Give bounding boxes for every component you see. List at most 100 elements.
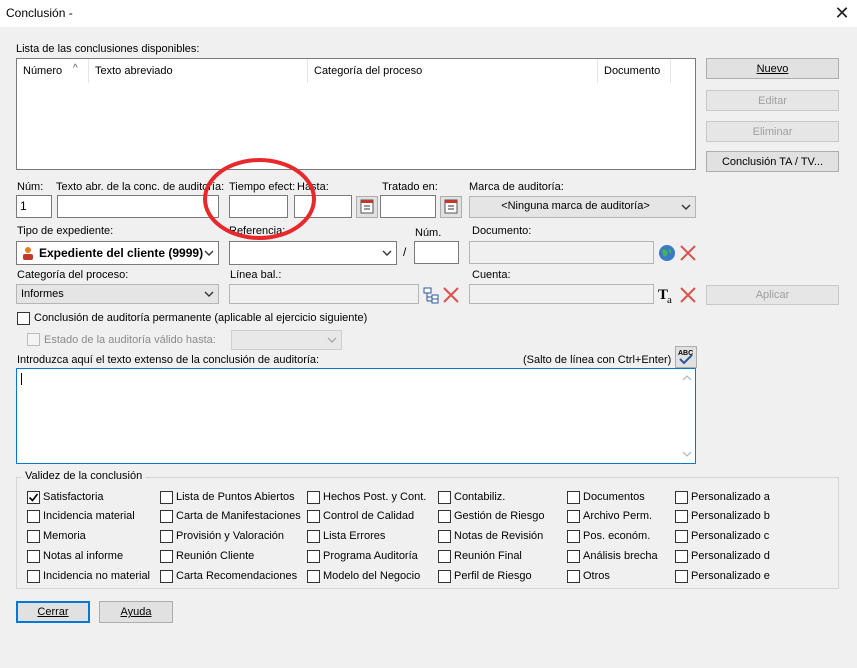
- validez-checkbox[interactable]: [438, 491, 451, 504]
- tratado-en-label: Tratado en:: [382, 181, 438, 193]
- validez-checkbox-label: Reunión Cliente: [176, 550, 255, 562]
- validez-checkbox[interactable]: [675, 510, 688, 523]
- aplicar-button[interactable]: Aplicar: [706, 285, 839, 305]
- validez-checkbox[interactable]: [675, 570, 688, 583]
- validez-checkbox[interactable]: [160, 510, 173, 523]
- validez-checkbox-label: Modelo del Negocio: [323, 570, 421, 582]
- texto-extenso-textarea[interactable]: [16, 368, 696, 464]
- estado-auditoria-checkbox[interactable]: [27, 333, 40, 346]
- close-icon[interactable]: ✕: [830, 2, 854, 24]
- tiempo-efectivo-label: Tiempo efect:: [229, 181, 296, 193]
- text-format-icon[interactable]: T a: [656, 284, 678, 306]
- validez-checkbox[interactable]: [307, 510, 320, 523]
- spellcheck-icon[interactable]: ABC: [675, 346, 697, 368]
- estado-auditoria-select[interactable]: [231, 330, 342, 350]
- validez-checkbox-label: Control de Calidad: [323, 510, 415, 522]
- tipo-expediente-select[interactable]: Expediente del cliente (9999): [16, 241, 219, 265]
- column-header-numero[interactable]: Número: [17, 59, 89, 83]
- validez-checkbox[interactable]: [27, 530, 40, 543]
- sort-ascending-icon: ^: [73, 63, 78, 74]
- validez-checkbox[interactable]: [160, 550, 173, 563]
- validez-checkbox[interactable]: [567, 570, 580, 583]
- permanente-label: Conclusión de auditoría permanente (apli…: [34, 312, 368, 324]
- categoria-proceso-label: Categoría del proceso:: [17, 269, 129, 281]
- conclusions-list[interactable]: Número ^ Texto abreviado Categoría del p…: [16, 58, 696, 170]
- nuevo-button[interactable]: Nuevo: [706, 58, 839, 79]
- cerrar-button[interactable]: Cerrar: [16, 601, 90, 623]
- title-bar: [0, 0, 857, 27]
- scroll-up-icon[interactable]: [681, 373, 693, 383]
- marca-auditoria-select[interactable]: <Ninguna marca de auditoría>: [469, 196, 696, 218]
- validez-checkbox[interactable]: [307, 530, 320, 543]
- validez-checkbox-label: Personalizado b: [691, 510, 770, 522]
- validez-checkbox[interactable]: [27, 570, 40, 583]
- validez-checkbox[interactable]: [438, 570, 451, 583]
- column-header-categoria[interactable]: Categoría del proceso: [308, 59, 598, 83]
- globe-icon[interactable]: [656, 242, 678, 264]
- editar-button[interactable]: Editar: [706, 90, 839, 111]
- validez-checkbox-label: Personalizado d: [691, 550, 770, 562]
- validez-checkbox[interactable]: [27, 510, 40, 523]
- calendar-icon[interactable]: [356, 196, 378, 218]
- eliminar-button[interactable]: Eliminar: [706, 121, 839, 142]
- tratado-en-input[interactable]: [380, 195, 436, 218]
- validez-checkbox[interactable]: [675, 491, 688, 504]
- validez-checkbox-label: Hechos Post. y Cont.: [323, 491, 427, 503]
- num-label: Núm:: [17, 181, 44, 193]
- validez-checkbox[interactable]: [438, 530, 451, 543]
- validez-checkbox[interactable]: [307, 491, 320, 504]
- validez-checkbox[interactable]: [307, 550, 320, 563]
- validez-checkbox[interactable]: [675, 530, 688, 543]
- delete-x-icon[interactable]: [677, 284, 699, 306]
- validez-checkbox[interactable]: [160, 491, 173, 504]
- documento-label: Documento:: [472, 225, 532, 237]
- conclusion-ta-tv-button[interactable]: Conclusión TA / TV...: [706, 151, 839, 172]
- scroll-down-icon[interactable]: [681, 449, 693, 459]
- validez-checkbox[interactable]: [307, 570, 320, 583]
- validez-checkbox-label: Programa Auditoría: [323, 550, 418, 562]
- cuenta-input[interactable]: [469, 284, 654, 304]
- validez-checkbox-label: Carta de Manifestaciones: [176, 510, 301, 522]
- texto-abreviado-input[interactable]: [57, 195, 219, 218]
- categoria-proceso-value: Informes: [21, 288, 64, 300]
- window-title: Conclusión -: [6, 6, 73, 20]
- num-input[interactable]: 1: [16, 195, 52, 218]
- ayuda-button[interactable]: Ayuda: [99, 601, 173, 623]
- validez-checkbox[interactable]: [438, 510, 451, 523]
- linea-bal-input[interactable]: [229, 284, 419, 304]
- salto-linea-hint: (Salto de línea con Ctrl+Enter): [523, 354, 672, 366]
- texto-extenso-label: Introduzca aquí el texto extenso de la c…: [17, 354, 320, 366]
- validez-checkbox-label: Personalizado e: [691, 570, 770, 582]
- documento-input[interactable]: [469, 241, 654, 264]
- validez-checkbox-label: Carta Recomendaciones: [176, 570, 298, 582]
- list-label: Lista de las conclusiones disponibles:: [16, 43, 200, 55]
- client-file-icon: [23, 247, 33, 260]
- permanente-checkbox[interactable]: [17, 312, 30, 325]
- validez-title: Validez de la conclusión: [22, 470, 146, 482]
- validez-checkbox[interactable]: [438, 550, 451, 563]
- validez-checkbox-label: Reunión Final: [454, 550, 522, 562]
- referencia-select[interactable]: [229, 241, 397, 265]
- chevron-down-icon: [204, 291, 214, 297]
- delete-x-icon[interactable]: [677, 242, 699, 264]
- validez-checkbox[interactable]: [160, 530, 173, 543]
- validez-checkbox[interactable]: [27, 491, 40, 504]
- hasta-input[interactable]: [294, 195, 352, 218]
- validez-checkbox-label: Incidencia no material: [43, 570, 151, 582]
- num2-input[interactable]: [414, 241, 459, 264]
- validez-checkbox-label: Archivo Perm.: [583, 510, 653, 522]
- calendar-icon[interactable]: [440, 196, 462, 218]
- delete-x-icon[interactable]: [440, 284, 462, 306]
- validez-checkbox[interactable]: [567, 491, 580, 504]
- column-header-texto-abreviado[interactable]: Texto abreviado: [89, 59, 308, 83]
- validez-checkbox[interactable]: [567, 550, 580, 563]
- column-header-documento[interactable]: Documento: [598, 59, 671, 83]
- categoria-proceso-select[interactable]: Informes: [16, 284, 219, 304]
- validez-checkbox[interactable]: [567, 510, 580, 523]
- validez-checkbox[interactable]: [27, 550, 40, 563]
- validez-checkbox[interactable]: [160, 570, 173, 583]
- tiempo-efectivo-input[interactable]: [229, 195, 288, 218]
- validez-checkbox[interactable]: [567, 530, 580, 543]
- referencia-label: Referencia:: [229, 225, 286, 237]
- validez-checkbox[interactable]: [675, 550, 688, 563]
